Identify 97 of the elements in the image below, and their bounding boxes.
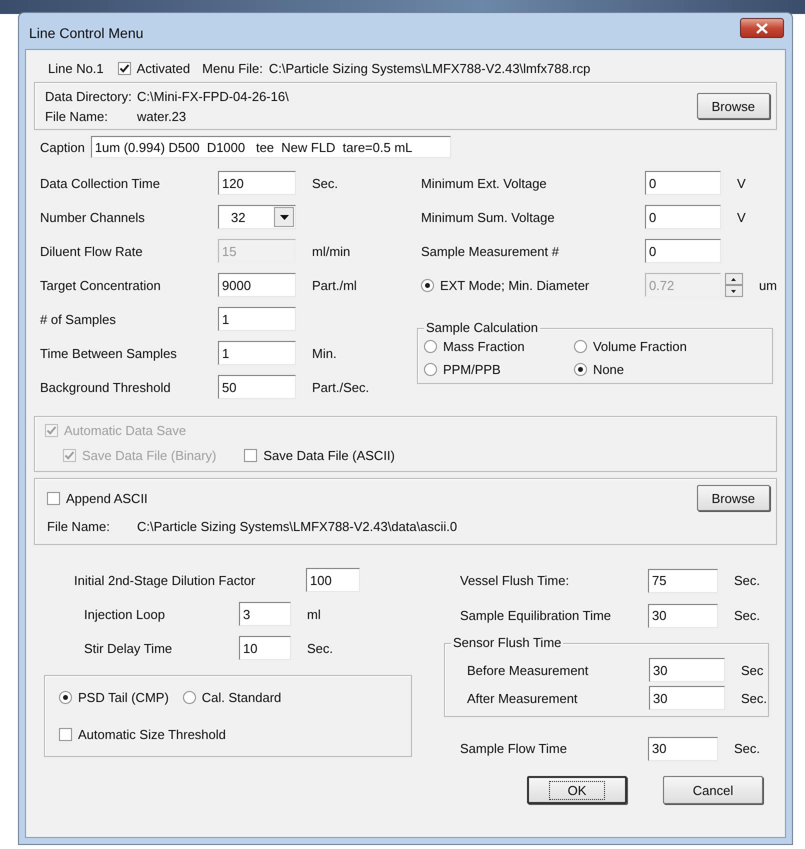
text-field[interactable]: 0 bbox=[644, 239, 721, 263]
field-label: Minimum Ext. Voltage bbox=[420, 176, 548, 190]
field-label: Minimum Sum. Voltage bbox=[420, 210, 556, 224]
field-label: Number Channels bbox=[40, 210, 146, 224]
radio-button[interactable] bbox=[59, 691, 72, 704]
field-label: Background Threshold bbox=[40, 380, 172, 394]
caret-icon bbox=[280, 214, 288, 220]
dropdown[interactable]: 32 bbox=[218, 205, 296, 229]
cancel-button[interactable]: Cancel bbox=[663, 776, 763, 804]
radio-button[interactable] bbox=[182, 691, 196, 704]
browse-button[interactable]: Browse bbox=[696, 485, 770, 511]
unit-label: V bbox=[736, 210, 746, 224]
text-field[interactable]: 3 bbox=[239, 602, 291, 626]
checkbox-label: Save Data File (Binary) bbox=[82, 448, 216, 463]
field-label: Caption bbox=[40, 140, 85, 154]
radio-label: PSD Tail (CMP) bbox=[78, 690, 169, 705]
text-field[interactable]: 9000 bbox=[218, 273, 296, 297]
checkbox[interactable] bbox=[118, 62, 131, 74]
unit-label: Sec. bbox=[307, 640, 334, 656]
field-label: Sample Equilibration Time bbox=[460, 608, 612, 623]
text-field[interactable]: 30 bbox=[649, 686, 725, 710]
text-field[interactable]: 10 bbox=[239, 636, 291, 660]
radio-label: PPM/PPB bbox=[442, 362, 501, 377]
field-label: Time Between Samples bbox=[40, 346, 178, 360]
radio-label: Mass Fraction bbox=[442, 339, 525, 354]
close-icon bbox=[756, 22, 768, 34]
field-label: Initial 2nd-Stage Dilution Factor bbox=[74, 572, 256, 588]
spin-down-button[interactable] bbox=[724, 285, 743, 297]
unit-label: ml bbox=[307, 606, 321, 622]
field-label: # of Samples bbox=[40, 312, 117, 326]
radio-button[interactable] bbox=[424, 363, 437, 376]
text-field[interactable]: 1um (0.994) D500 D1000 tee New FLD tare=0.5 mL bbox=[90, 136, 451, 158]
ok-button[interactable]: OK bbox=[527, 776, 627, 804]
text-field[interactable]: 1 bbox=[218, 341, 296, 365]
field-label: Data Collection Time bbox=[40, 176, 161, 190]
radio-button[interactable] bbox=[574, 340, 587, 353]
checkbox-label: Save Data File (ASCII) bbox=[263, 448, 395, 463]
checkbox-label: Automatic Size Threshold bbox=[78, 727, 226, 742]
group-title: Sensor Flush Time bbox=[451, 635, 564, 650]
checkbox-label: Automatic Data Save bbox=[64, 423, 186, 438]
menu-file-path: C:\Particle Sizing Systems\LMFX788-V2.43\lmfx788.rcp bbox=[268, 60, 590, 76]
text-field[interactable]: 50 bbox=[218, 375, 296, 399]
close-button[interactable] bbox=[740, 18, 784, 38]
unit-label: Sec bbox=[741, 662, 764, 678]
field-label: After Measurement bbox=[467, 690, 579, 706]
radio-button[interactable] bbox=[574, 363, 587, 376]
unit-label: Part./ml bbox=[312, 278, 357, 292]
unit-label: Sec. bbox=[734, 573, 760, 588]
unit-label: Sec. bbox=[312, 176, 338, 190]
window-title: Line Control Menu bbox=[29, 24, 144, 41]
field-label: Sample Flow Time bbox=[460, 741, 568, 756]
radio-label: Volume Fraction bbox=[592, 339, 687, 354]
unit-label: Min. bbox=[312, 346, 337, 360]
field-value: water.23 bbox=[136, 108, 186, 124]
radio-label: EXT Mode; Min. Diameter bbox=[440, 278, 590, 292]
text-field[interactable]: 30 bbox=[648, 604, 718, 628]
field-value: C:\Particle Sizing Systems\LMFX788-V2.43\data\ascii.0 bbox=[137, 519, 458, 534]
field-label: Stir Delay Time bbox=[84, 640, 174, 656]
checkbox-label: Append ASCII bbox=[66, 490, 148, 506]
field-label: Data Directory: bbox=[45, 88, 133, 104]
text-field[interactable]: 1 bbox=[218, 307, 296, 331]
text-field[interactable]: 30 bbox=[648, 736, 718, 760]
radio-label: Cal. Standard bbox=[202, 690, 282, 705]
text-field[interactable]: 0 bbox=[644, 205, 721, 229]
text-field[interactable]: 100 bbox=[306, 568, 360, 592]
checkbox[interactable] bbox=[47, 492, 60, 504]
field-label: Diluent Flow Rate bbox=[40, 244, 144, 258]
line-number-label: Line No.1 bbox=[48, 60, 104, 76]
unit-label: V bbox=[736, 176, 746, 190]
field-label: File Name: bbox=[47, 519, 111, 534]
browse-button[interactable]: Browse bbox=[696, 93, 770, 119]
radio-label: None bbox=[592, 362, 624, 377]
spin-up-button[interactable] bbox=[724, 273, 743, 285]
unit-label: Sec. bbox=[734, 741, 760, 756]
menu-file-label: Menu File: bbox=[202, 60, 263, 76]
checkbox[interactable] bbox=[59, 728, 72, 741]
field-label: Before Measurement bbox=[467, 662, 590, 678]
text-field[interactable]: 0 bbox=[644, 171, 721, 195]
unit-label: um bbox=[758, 278, 777, 292]
field-label: Sample Measurement # bbox=[420, 244, 560, 258]
unit-label: Sec. bbox=[734, 608, 760, 623]
text-field[interactable]: 120 bbox=[218, 171, 296, 195]
radio-button[interactable] bbox=[424, 340, 437, 353]
unit-label: Sec. bbox=[741, 690, 768, 706]
text-field[interactable]: 75 bbox=[648, 568, 718, 592]
unit-label: ml/min bbox=[312, 244, 350, 258]
field-label: File Name: bbox=[45, 108, 109, 124]
unit-label: Part./Sec. bbox=[312, 380, 370, 394]
group-title: Sample Calculation bbox=[424, 320, 540, 335]
text-field[interactable]: 30 bbox=[649, 658, 725, 682]
field-label: Target Concentration bbox=[40, 278, 162, 292]
checkbox-label: Activated bbox=[136, 60, 190, 76]
field-value: C:\Mini-FX-FPD-04-26-16\ bbox=[136, 88, 289, 104]
down-arrow-icon bbox=[731, 290, 736, 292]
up-arrow-icon bbox=[731, 278, 736, 280]
field-label: Vessel Flush Time: bbox=[460, 573, 570, 588]
field-label: Injection Loop bbox=[84, 606, 166, 622]
